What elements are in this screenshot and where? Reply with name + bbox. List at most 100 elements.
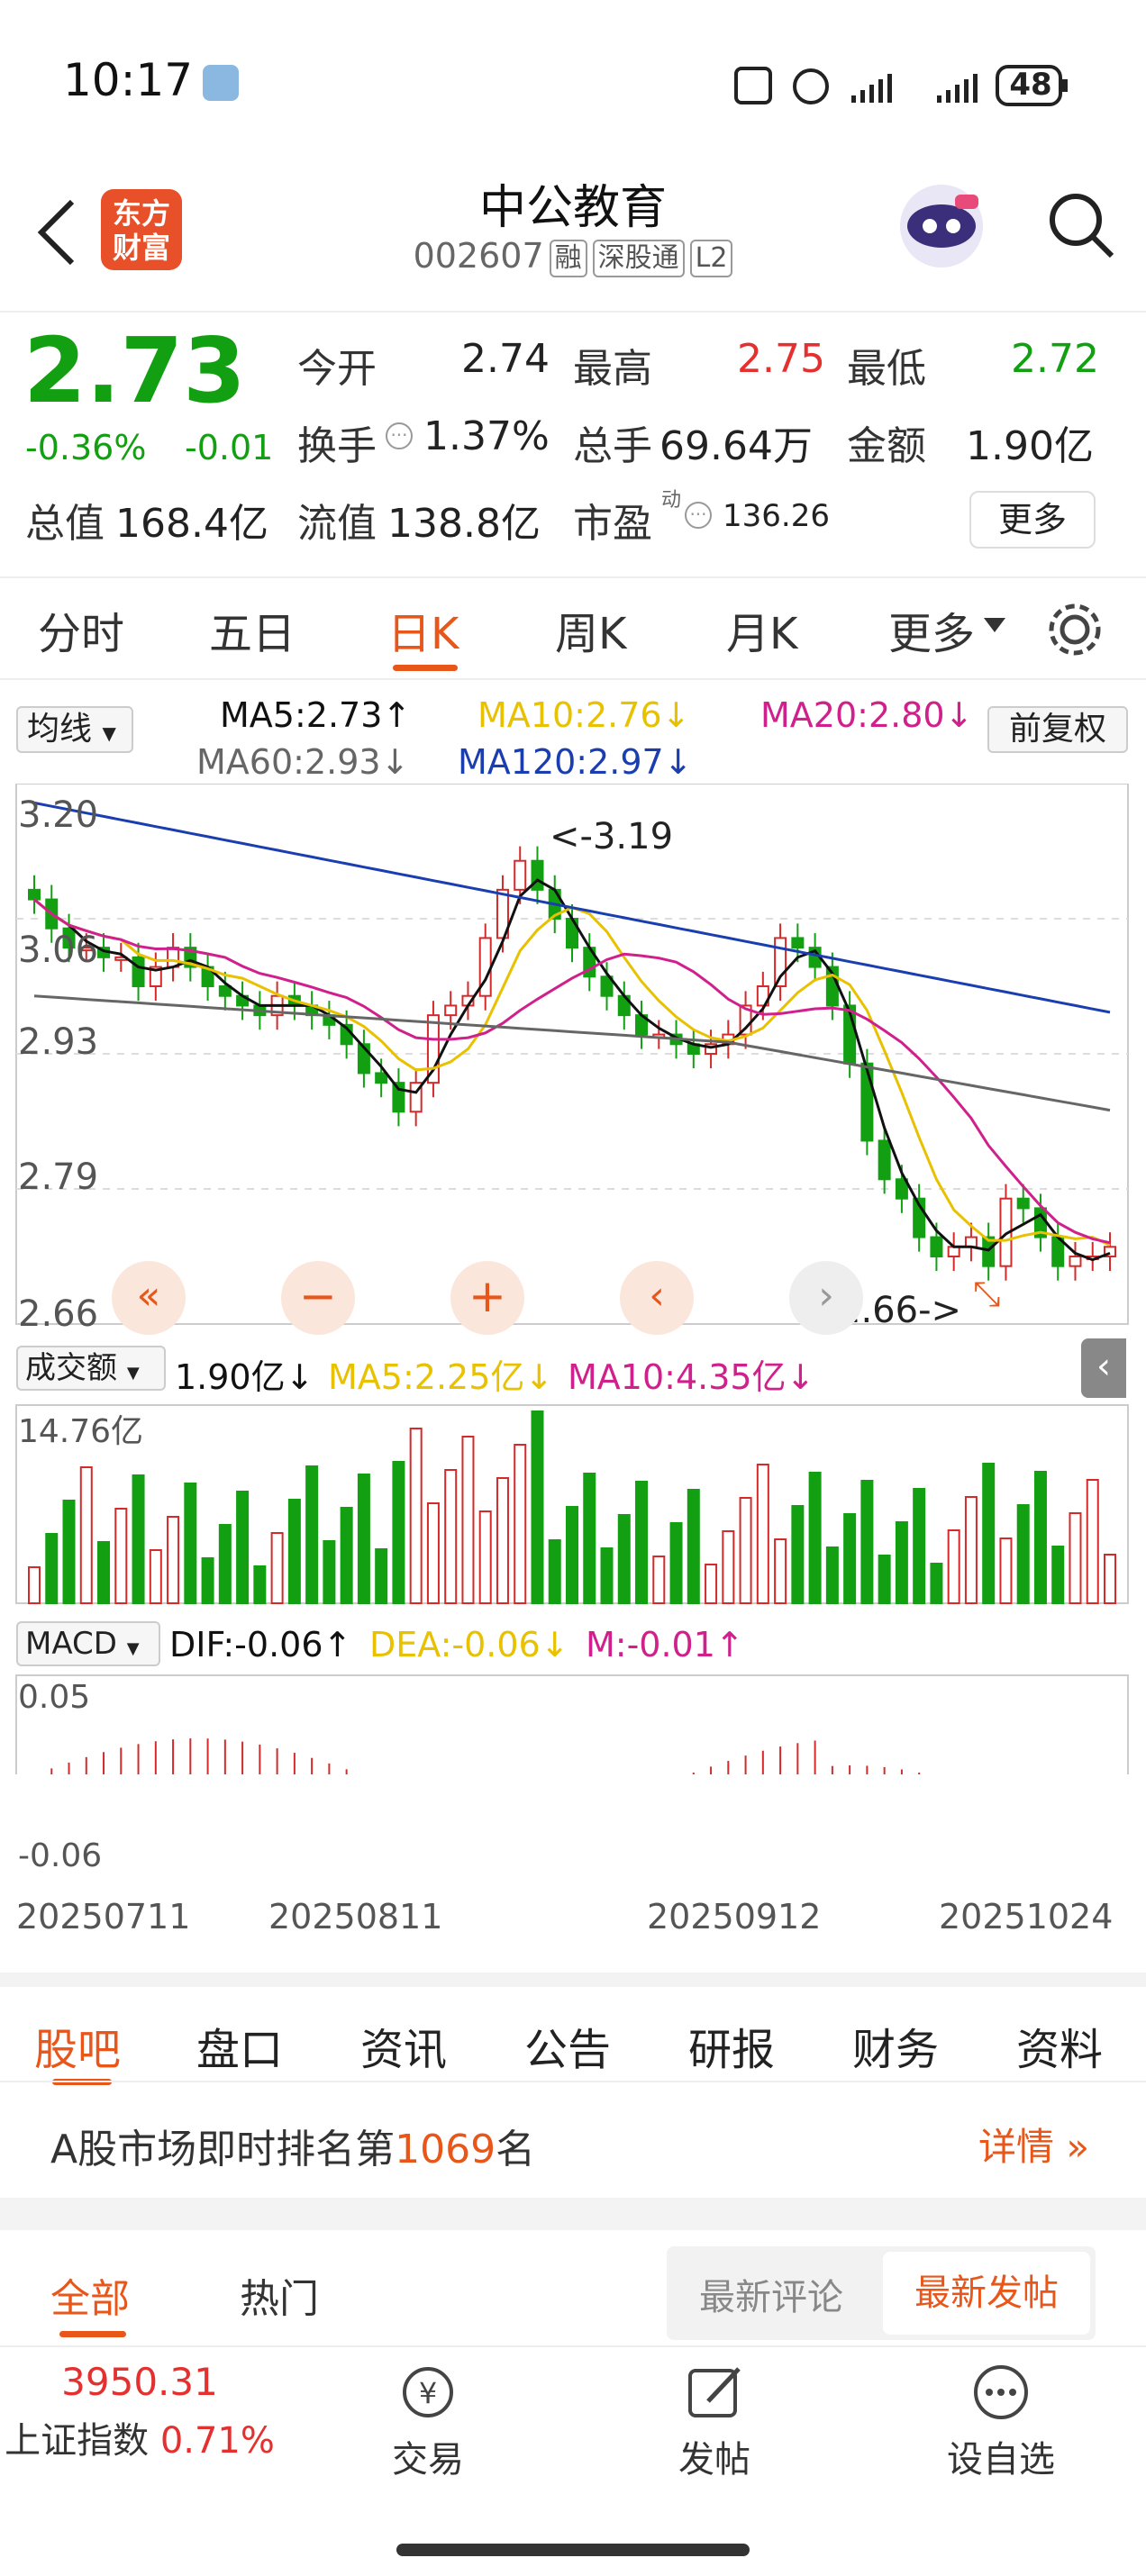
- sort-latest-comment[interactable]: 最新评论: [699, 2268, 843, 2320]
- volume-bar: [999, 1537, 1013, 1604]
- scroll-right-button[interactable]: ›: [789, 1261, 863, 1335]
- volume-bar: [825, 1547, 839, 1604]
- volume-bar: [461, 1436, 475, 1604]
- feed-tab-indicator: [59, 2331, 126, 2337]
- change-value: -0.01: [185, 428, 274, 467]
- section-divider: [0, 2198, 1146, 2230]
- volume-bar: [149, 1549, 162, 1604]
- amount-label: 金额: [847, 423, 926, 469]
- tab-weekly-k[interactable]: 周K: [555, 598, 626, 661]
- volume-bar: [132, 1474, 145, 1604]
- subtab-announcements[interactable]: 公告: [524, 2014, 611, 2077]
- more-button[interactable]: 更多: [969, 491, 1096, 549]
- volume-value: 69.64万: [659, 423, 813, 469]
- volume-bar: [1069, 1512, 1082, 1604]
- ma60-readout: MA60:2.93↓: [196, 742, 410, 782]
- gear-icon[interactable]: [1045, 600, 1105, 659]
- volume-bar: [947, 1529, 960, 1604]
- chevron-down-icon: [984, 618, 1005, 632]
- candle-body: [964, 1236, 978, 1248]
- trade-button[interactable]: ¥ 交易: [360, 2363, 496, 2482]
- index-pct: 0.71%: [159, 2420, 275, 2462]
- index-name: 上证指数: [5, 2420, 150, 2462]
- volume-bar: [878, 1555, 891, 1604]
- subtab-financials[interactable]: 财务: [852, 2014, 939, 2077]
- volume-bar: [305, 1465, 319, 1604]
- subtab-orderbook[interactable]: 盘口: [196, 2014, 283, 2077]
- ma20-readout: MA20:2.80↓: [760, 695, 974, 735]
- fullscreen-icon[interactable]: ⤡: [973, 1274, 1000, 1314]
- post-button[interactable]: 发帖: [647, 2363, 782, 2482]
- volume-bar: [566, 1506, 578, 1604]
- total-cap-value: 168.4亿: [115, 501, 268, 547]
- watchlist-label: 设自选: [947, 2439, 1055, 2481]
- macd-selector[interactable]: MACD ▼: [16, 1621, 160, 1666]
- candle-body: [132, 956, 145, 988]
- feed-tab-all[interactable]: 全部: [50, 2266, 130, 2324]
- sort-latest-post[interactable]: 最新发帖: [883, 2252, 1090, 2335]
- rank-suffix: 名: [496, 2127, 536, 2172]
- stock-code: 002607: [413, 236, 544, 276]
- open-label: 今开: [297, 346, 377, 392]
- volume-bar: [739, 1497, 752, 1604]
- subtab-news[interactable]: 资讯: [360, 2014, 447, 2077]
- y-label-2: 3.06: [18, 930, 99, 971]
- collapse-panel-button[interactable]: ‹: [1081, 1338, 1126, 1398]
- dea-readout: DEA:-0.06↓: [369, 1625, 569, 1664]
- rank-detail-link[interactable]: 详情 »: [978, 2117, 1089, 2172]
- volume-bar: [1086, 1479, 1099, 1604]
- volume-bar: [375, 1548, 388, 1604]
- ma-selector[interactable]: 均线 ▼: [16, 706, 133, 753]
- robot-assistant-icon[interactable]: [892, 177, 991, 276]
- ma5-readout: MA5:2.73↑: [220, 695, 412, 735]
- tab-more[interactable]: 更多: [888, 598, 975, 661]
- content-tabs: 股吧 盘口 资讯 公告 研报 财务 资料: [0, 1973, 1146, 2090]
- stock-header: 东方 财富 中公教育 002607 融深股通 L2: [0, 171, 1146, 306]
- volume-bar: [1033, 1471, 1047, 1604]
- index-widget[interactable]: 3950.31 上证指数 0.71%: [0, 2360, 279, 2463]
- change-pct: -0.36%: [25, 428, 147, 467]
- turnover-value: 1.37%: [423, 413, 550, 459]
- volume-bar: [617, 1514, 631, 1604]
- feed-tab-hot[interactable]: 热门: [240, 2266, 319, 2324]
- volume-bar: [236, 1491, 250, 1604]
- x-label-3: 20250912: [647, 1897, 822, 1937]
- candle-body: [1016, 1197, 1030, 1210]
- active-tab-indicator: [393, 665, 458, 671]
- macd-m-readout: M:-0.01↑: [586, 1625, 744, 1664]
- info-icon[interactable]: ···: [386, 422, 413, 449]
- volume-bar: [201, 1557, 214, 1604]
- tab-monthly-k[interactable]: 月K: [726, 598, 797, 661]
- macd-selector-label: MACD: [25, 1626, 117, 1662]
- current-price: 2.73: [23, 318, 246, 423]
- adjust-selector[interactable]: 前复权: [987, 706, 1128, 753]
- ranking-bar[interactable]: A股市场即时排名第1069名 详情 »: [0, 2081, 1146, 2198]
- zoom-out-button[interactable]: −: [281, 1261, 355, 1335]
- volume-bar: [514, 1444, 527, 1604]
- volume-bar: [79, 1466, 93, 1604]
- volume-bar: [930, 1563, 943, 1604]
- tab-intraday[interactable]: 分时: [38, 598, 124, 661]
- kline-chart-area: 均线 ▼ MA5:2.73↑ MA10:2.76↓ MA20:2.80↓ MA6…: [0, 685, 1146, 1973]
- scroll-left-button[interactable]: ‹: [620, 1261, 694, 1335]
- volume-bar: [791, 1505, 805, 1604]
- zoom-in-button[interactable]: +: [450, 1261, 524, 1335]
- search-icon[interactable]: [1045, 189, 1117, 261]
- pe-info-icon[interactable]: ···: [685, 502, 712, 529]
- tab-five-day[interactable]: 五日: [209, 598, 296, 661]
- volume-selector[interactable]: 成交额 ▼: [16, 1346, 166, 1391]
- tab-daily-k[interactable]: 日K: [387, 598, 459, 661]
- candle-body: [930, 1236, 943, 1258]
- quote-panel: 2.73 -0.36% -0.01 今开 2.74 最高 2.75 最低 2.7…: [0, 311, 1146, 572]
- add-watchlist-button[interactable]: 设自选: [933, 2363, 1069, 2482]
- volume-ma5-readout: MA5:2.25亿↓: [328, 1357, 554, 1397]
- subtab-guba[interactable]: 股吧: [34, 2014, 121, 2077]
- volume-label: 总手: [573, 423, 652, 469]
- subtab-profile[interactable]: 资料: [1016, 2014, 1103, 2077]
- volume-bar: [114, 1508, 128, 1604]
- fast-back-button[interactable]: «: [112, 1261, 186, 1335]
- subtab-research[interactable]: 研报: [688, 2014, 775, 2077]
- volume-bar: [218, 1524, 232, 1604]
- low-label: 最低: [847, 346, 926, 392]
- total-cap-label: 总值: [25, 501, 105, 547]
